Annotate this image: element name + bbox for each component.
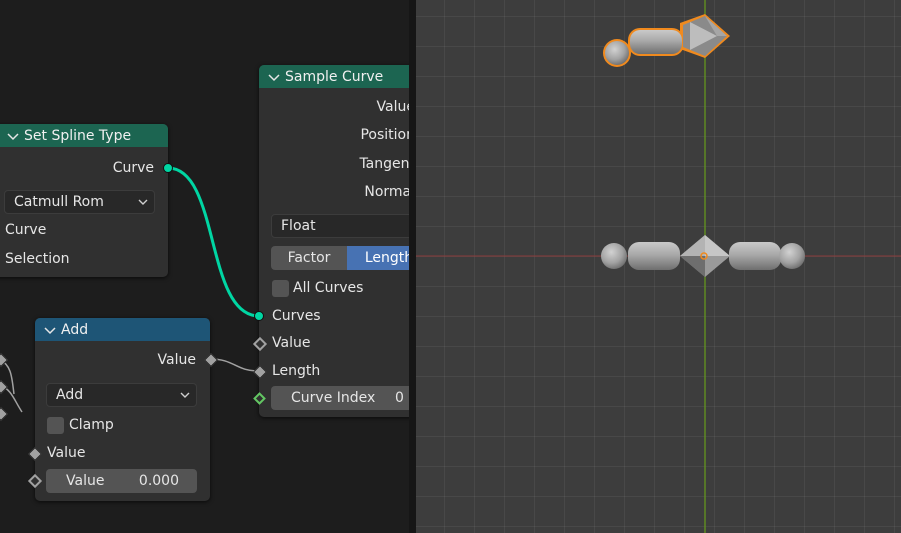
- input-length-label: Length: [272, 363, 321, 379]
- value-field-label: Value: [66, 473, 105, 489]
- output-value-label: Value: [157, 352, 196, 368]
- node-title: Set Spline Type: [24, 127, 132, 144]
- add-math-node[interactable]: Add Value Add Clamp Value Value 0.000: [35, 318, 210, 501]
- curve-index-label: Curve Index: [291, 390, 376, 406]
- chevron-down-icon[interactable]: [43, 323, 57, 337]
- node-title: Sample Curve: [285, 68, 384, 85]
- curve-index-value: 0: [395, 390, 404, 406]
- spline-type-value: Catmull Rom: [14, 194, 104, 210]
- mode-length-button[interactable]: Length: [347, 246, 409, 270]
- node-title: Add: [61, 321, 89, 338]
- value-to-length-link: [209, 358, 260, 372]
- chevron-down-icon: [180, 392, 190, 398]
- set-spline-type-header[interactable]: Set Spline Type: [0, 124, 168, 147]
- input-value-label: Value: [272, 335, 311, 351]
- chevron-down-icon[interactable]: [267, 70, 281, 84]
- data-type-value: Float: [281, 218, 316, 234]
- add-node-header[interactable]: Add: [35, 318, 210, 341]
- instance-chain-object: [601, 235, 805, 277]
- area-divider[interactable]: [409, 0, 416, 533]
- value-field-number: 0.000: [138, 473, 179, 489]
- sample-curve-node[interactable]: Sample Curve Value Position Tangent Norm…: [259, 65, 409, 417]
- operation-value: Add: [56, 387, 84, 403]
- math-operation-dropdown[interactable]: Add: [46, 383, 197, 407]
- viewport-scene: [416, 0, 901, 533]
- all-curves-checkbox[interactable]: [272, 280, 289, 297]
- data-type-dropdown[interactable]: Float: [271, 214, 409, 238]
- input-selection-label: Selection: [5, 251, 70, 267]
- input-curve-label: Curve: [5, 222, 47, 238]
- clamp-checkbox[interactable]: [47, 417, 64, 434]
- output-tangent-label: Tangent: [359, 156, 409, 172]
- selected-instance-object: [603, 14, 730, 67]
- set-spline-type-node[interactable]: Set Spline Type Curve Catmull Rom Curve …: [0, 124, 168, 277]
- all-curves-label: All Curves: [293, 280, 364, 296]
- sample-curve-header[interactable]: Sample Curve: [259, 65, 409, 88]
- set-spline-curve-output-socket[interactable]: [163, 163, 173, 173]
- curve-index-field[interactable]: Curve Index 0: [271, 386, 409, 410]
- 3d-viewport[interactable]: [416, 0, 901, 533]
- chevron-down-icon: [138, 199, 148, 205]
- spline-type-dropdown[interactable]: Catmull Rom: [4, 190, 155, 214]
- value-number-field[interactable]: Value 0.000: [46, 469, 197, 493]
- curve-to-curves-link: [167, 166, 260, 318]
- mode-factor-button[interactable]: Factor: [271, 246, 347, 270]
- output-normal-label: Normal: [364, 184, 409, 200]
- output-value-label: Value: [376, 99, 409, 115]
- output-curve-label: Curve: [112, 160, 154, 176]
- sample-curve-curves-input-socket[interactable]: [254, 311, 264, 321]
- output-position-label: Position: [360, 127, 409, 143]
- input-curves-label: Curves: [272, 308, 321, 324]
- chevron-down-icon[interactable]: [6, 129, 20, 143]
- clamp-label: Clamp: [69, 417, 114, 433]
- node-editor[interactable]: Set Spline Type Curve Catmull Rom Curve …: [0, 0, 409, 533]
- input-value-label: Value: [47, 445, 86, 461]
